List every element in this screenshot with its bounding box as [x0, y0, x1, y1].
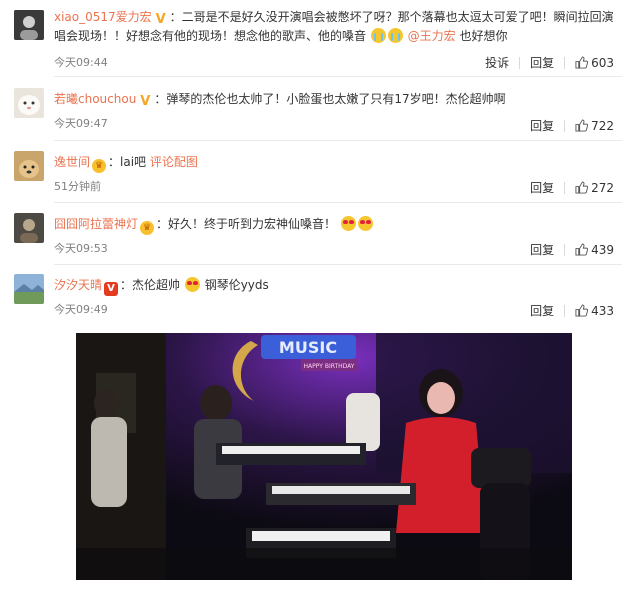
- like-count: 722: [591, 118, 614, 133]
- action-divider: [564, 304, 566, 317]
- thumbs-up-icon: [575, 180, 589, 194]
- reply-button[interactable]: 回复: [530, 117, 554, 134]
- avatar[interactable]: [14, 213, 44, 243]
- comment-content: ：好久！终于听到力宏神仙嗓音！: [156, 217, 337, 231]
- video-screenshot[interactable]: MUSIC HAPPY BIRTHDAY: [76, 333, 572, 580]
- banner-text: HAPPY BIRTHDAY: [304, 363, 355, 370]
- comment-content-tail: 钢琴伦yyds: [204, 278, 269, 292]
- like-button[interactable]: 272: [575, 181, 614, 195]
- like-button[interactable]: 433: [575, 304, 614, 318]
- thumbs-up-icon: [575, 242, 589, 256]
- username-link[interactable]: 若曦chouchou: [54, 92, 136, 106]
- neon-sign-text: MUSIC: [279, 338, 337, 357]
- verified-badge-icon: V: [155, 12, 166, 27]
- action-divider: [564, 119, 566, 132]
- comment-text: 若曦chouchou V ：弹琴的杰伦也太帅了！小脸蛋也太嫩了只有17岁吧！杰伦超帅…: [54, 90, 622, 109]
- comment-image-link[interactable]: 评论配图: [150, 155, 198, 169]
- like-button[interactable]: 722: [575, 119, 614, 133]
- action-divider: [564, 243, 566, 256]
- crying-emoji-icon: [370, 28, 386, 43]
- vip-crown-icon: ♛: [140, 221, 155, 235]
- like-count: 433: [591, 303, 614, 318]
- like-count: 603: [591, 55, 614, 70]
- like-button[interactable]: 603: [575, 56, 614, 70]
- comment-content: ：杰伦超帅: [120, 278, 181, 292]
- comment-content: ：lai吧: [108, 155, 147, 169]
- comment-text: 囧囧阿拉蕾神灯 ♛ ：好久！终于听到力宏神仙嗓音！: [54, 215, 622, 235]
- like-button[interactable]: 439: [575, 243, 614, 257]
- comment-time: 今天09:44: [54, 56, 108, 69]
- action-divider: [564, 181, 566, 194]
- comment-content-tail: 也好想你: [459, 29, 508, 43]
- thumbs-up-icon: [575, 118, 589, 132]
- username-link[interactable]: 汐汐天晴: [54, 278, 102, 292]
- action-divider: [564, 56, 566, 69]
- username-link[interactable]: 逸世间: [54, 155, 90, 169]
- vip-crown-icon: ♛: [92, 159, 107, 173]
- reply-button[interactable]: 回复: [530, 54, 554, 71]
- reply-button[interactable]: 回复: [530, 302, 554, 319]
- username-link[interactable]: xiao_0517爱力宏: [54, 10, 152, 24]
- reply-button[interactable]: 回复: [530, 241, 554, 258]
- comment-content: ：弹琴的杰伦也太帅了！小脸蛋也太嫩了只有17岁吧！杰伦超帅啊: [154, 92, 506, 106]
- verified-badge-icon: V: [140, 94, 151, 109]
- verified-badge-icon: V: [104, 282, 119, 296]
- username-link[interactable]: 囧囧阿拉蕾神灯: [54, 217, 138, 231]
- avatar[interactable]: [14, 151, 44, 181]
- report-button[interactable]: 投诉: [485, 54, 509, 71]
- comment-actions: 回复 272: [530, 179, 614, 196]
- heart-eyes-emoji-icon: [357, 216, 373, 231]
- comment-divider: [54, 264, 622, 265]
- comment-time: 今天09:49: [54, 303, 108, 316]
- comment-divider: [54, 76, 622, 77]
- comment-actions: 投诉 回复 603: [485, 54, 614, 71]
- comment-time: 51分钟前: [54, 180, 101, 193]
- comment-time: 今天09:53: [54, 242, 108, 255]
- thumbs-up-icon: [575, 303, 589, 317]
- action-divider: [519, 56, 521, 69]
- comment-actions: 回复 722: [530, 117, 614, 134]
- avatar[interactable]: [14, 88, 44, 118]
- mention-link[interactable]: @王力宏: [408, 29, 456, 43]
- like-count: 272: [591, 180, 614, 195]
- avatar[interactable]: [14, 274, 44, 304]
- heart-eyes-emoji-icon: [340, 216, 356, 231]
- like-count: 439: [591, 242, 614, 257]
- thumbs-up-icon: [575, 55, 589, 69]
- stage-scene-image: MUSIC HAPPY BIRTHDAY: [76, 333, 572, 580]
- comment-divider: [54, 140, 622, 141]
- crying-emoji-icon: [387, 28, 403, 43]
- reply-button[interactable]: 回复: [530, 179, 554, 196]
- comment-text: 汐汐天晴 V ：杰伦超帅 钢琴伦yyds: [54, 276, 622, 296]
- heart-eyes-emoji-icon: [184, 277, 200, 292]
- comment-actions: 回复 439: [530, 241, 614, 258]
- comment-divider: [54, 202, 622, 203]
- comment-list: xiao_0517爱力宏 V ：二哥是不是好久没开演唱会被憋坏了呀？那个落幕也太逗太…: [0, 0, 636, 326]
- avatar[interactable]: [14, 10, 44, 40]
- comment-text: 逸世间 ♛ ：lai吧 评论配图: [54, 153, 622, 173]
- comment-time: 今天09:47: [54, 117, 108, 130]
- comment-actions: 回复 433: [530, 302, 614, 319]
- comment-text: xiao_0517爱力宏 V ：二哥是不是好久没开演唱会被憋坏了呀？那个落幕也太逗太…: [54, 8, 622, 46]
